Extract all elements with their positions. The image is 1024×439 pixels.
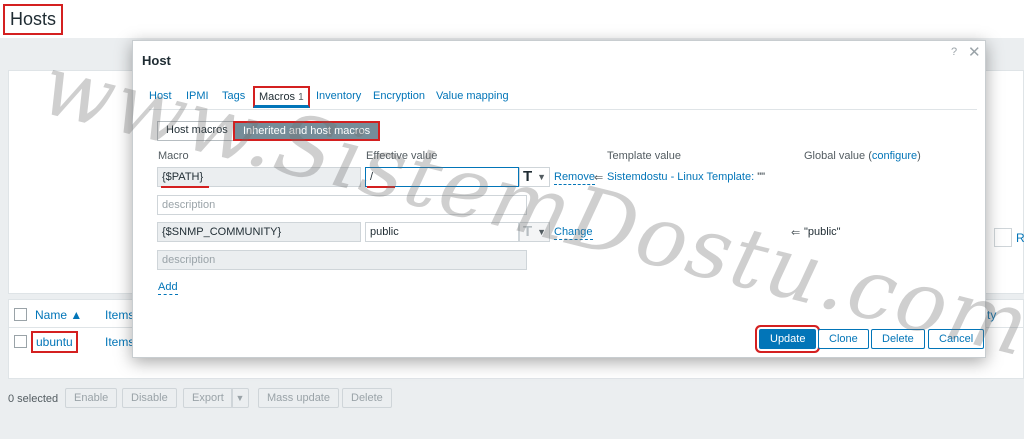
bulk-actions-bar: 0 selected Enable Disable Export ▼ Mass …	[0, 386, 1024, 410]
row-checkbox[interactable]	[14, 335, 27, 348]
template-value-column-header: Template value	[607, 150, 681, 162]
delete-hosts-button[interactable]: Delete	[342, 388, 392, 408]
filter-input[interactable]	[994, 228, 1012, 247]
macro-column-header: Macro	[158, 150, 189, 162]
chevron-down-icon: ▼	[537, 227, 546, 237]
tab-macros[interactable]: Macros 1	[253, 86, 310, 108]
global-value-close: )	[917, 150, 921, 162]
dialog-title: Host	[142, 53, 171, 68]
host-macros-toggle[interactable]: Host macros	[157, 121, 237, 141]
description-field[interactable]: description	[157, 195, 527, 215]
global-arrow-icon: ⇐	[791, 227, 801, 239]
tab-macros-count: 1	[298, 92, 304, 103]
update-button[interactable]: Update	[759, 329, 817, 349]
export-button[interactable]: Export	[183, 388, 233, 408]
tab-tags[interactable]: Tags	[222, 90, 245, 102]
macro-value-input[interactable]: /	[365, 167, 519, 187]
disable-button[interactable]: Disable	[122, 388, 177, 408]
change-link[interactable]: Change	[554, 226, 593, 240]
text-type-icon: T	[523, 223, 533, 240]
cancel-button[interactable]: Cancel	[928, 329, 985, 349]
clone-button[interactable]: Clone	[818, 329, 869, 349]
text-type-icon: T	[523, 168, 533, 185]
macro-name-highlight	[161, 186, 209, 188]
inherited-macros-toggle[interactable]: Inherited and host macros	[233, 121, 381, 141]
description-field: description	[157, 250, 527, 270]
tab-encryption[interactable]: Encryption	[373, 90, 425, 102]
host-items-link[interactable]: Items	[105, 335, 134, 349]
effective-value-column-header: Effective value	[366, 150, 438, 162]
column-name-header[interactable]: Name ▲	[35, 308, 82, 322]
column-availability-header: ty	[987, 308, 997, 322]
enable-button[interactable]: Enable	[65, 388, 118, 408]
configure-link[interactable]: configure	[872, 150, 917, 162]
global-value-label: Global value (	[804, 150, 872, 162]
mass-update-button[interactable]: Mass update	[258, 388, 339, 408]
tab-host[interactable]: Host	[149, 90, 172, 102]
template-value-text: ""	[754, 171, 766, 183]
macro-name-field[interactable]: {$SNMP_COMMUNITY}	[157, 222, 361, 242]
tab-macros-label: Macros	[259, 91, 296, 103]
value-type-button[interactable]: T ▼	[519, 167, 550, 187]
host-dialog: Host ? ✕ Host IPMI Tags Macros 1 Inventor…	[132, 40, 986, 358]
tabs-divider	[149, 109, 977, 110]
host-name-link[interactable]: ubuntu	[31, 331, 78, 353]
macro-value-highlight	[367, 186, 395, 188]
help-icon[interactable]: ?	[951, 46, 957, 58]
global-value: "public"	[804, 226, 841, 238]
filter-reset-link[interactable]: Re	[1016, 231, 1024, 245]
export-dropdown-icon[interactable]: ▼	[231, 388, 249, 408]
inherit-arrow-icon: ⇐	[594, 172, 604, 184]
delete-button[interactable]: Delete	[871, 329, 925, 349]
chevron-down-icon: ▼	[537, 172, 546, 182]
template-value: Sistemdostu - Linux Template: ""	[607, 171, 765, 183]
page-header: Hosts	[0, 0, 1024, 38]
tab-value-mapping[interactable]: Value mapping	[436, 90, 509, 102]
macro-value-input: public	[365, 222, 519, 242]
page-title: Hosts	[3, 4, 64, 35]
tab-inventory[interactable]: Inventory	[316, 90, 361, 102]
value-type-button: T ▼	[519, 222, 550, 242]
macro-name-field[interactable]: {$PATH}	[157, 167, 361, 187]
column-items-header: Items	[105, 308, 135, 322]
tab-ipmi[interactable]: IPMI	[186, 90, 209, 102]
close-icon[interactable]: ✕	[968, 43, 981, 61]
selected-count: 0 selected	[8, 393, 59, 405]
global-value-column-header: Global value (configure)	[804, 150, 921, 162]
add-macro-link[interactable]: Add	[158, 281, 178, 295]
template-link[interactable]: Sistemdostu - Linux Template:	[607, 171, 754, 183]
remove-link[interactable]: Remove	[554, 171, 595, 185]
select-all-checkbox[interactable]	[14, 308, 27, 321]
